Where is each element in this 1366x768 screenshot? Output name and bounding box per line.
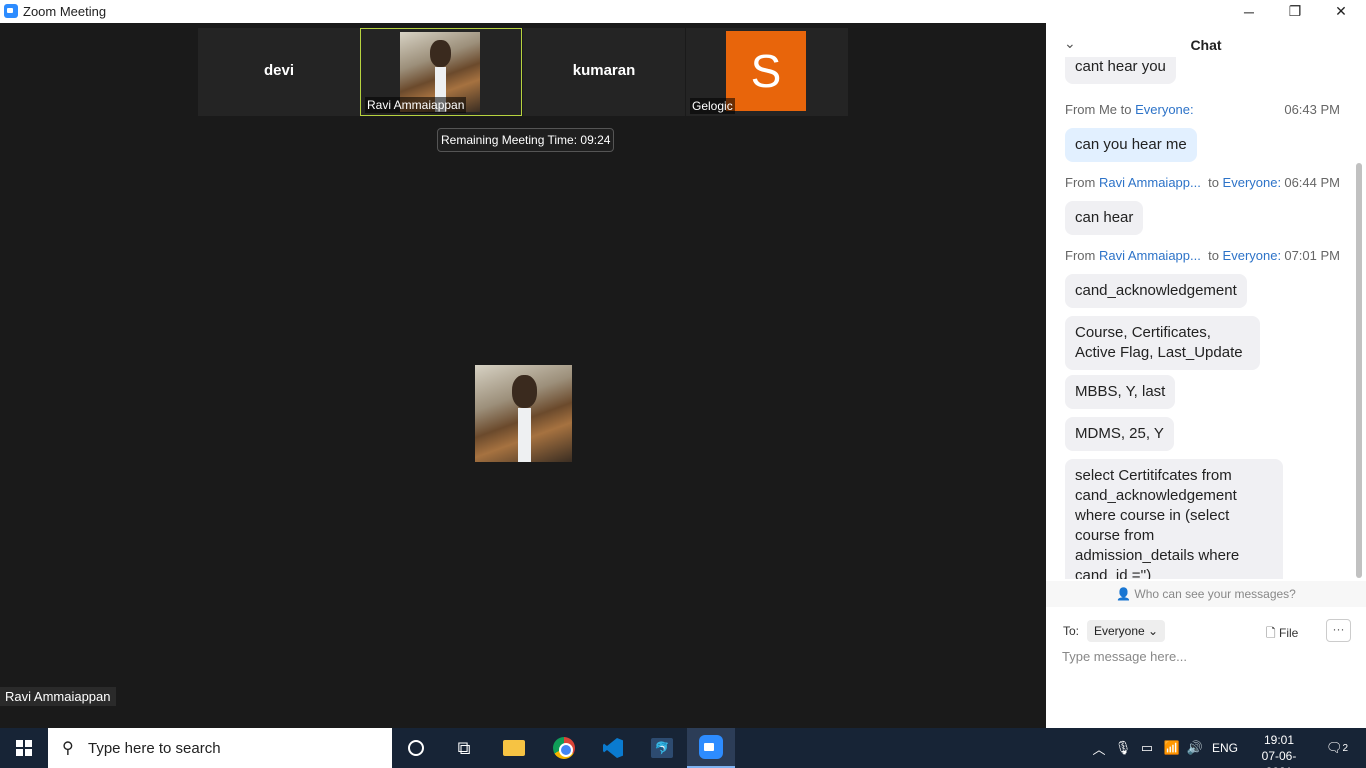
vscode-button[interactable] bbox=[589, 728, 637, 768]
restore-button[interactable]: ❐ bbox=[1272, 0, 1318, 23]
task-view-button[interactable]: ⧉ bbox=[440, 728, 488, 768]
file-label: File bbox=[1278, 626, 1299, 640]
participant-tile-devi[interactable]: devi bbox=[198, 28, 360, 116]
folder-icon bbox=[503, 740, 525, 756]
start-button[interactable] bbox=[0, 728, 48, 768]
language-indicator[interactable]: ENG bbox=[1210, 728, 1240, 768]
volume-icon[interactable]: 🔊 bbox=[1185, 728, 1205, 768]
cortana-button[interactable] bbox=[392, 728, 440, 768]
zoom-taskbar-button[interactable] bbox=[687, 728, 735, 768]
chat-title: Chat bbox=[1190, 37, 1222, 53]
recipient-row: To: Everyone ⌄ 🗋 File ··· bbox=[1046, 617, 1366, 643]
participant-name: Gelogic bbox=[690, 98, 735, 114]
people-icon: 👤 bbox=[1116, 587, 1135, 601]
avatar: S bbox=[726, 31, 806, 111]
message-from: From bbox=[1065, 248, 1096, 263]
taskbar: ⚲ Type here to search ⧉ 🐬 ︿ 🎙 ▭ 📶 🔊 ENG … bbox=[0, 728, 1366, 768]
search-placeholder: Type here to search bbox=[88, 740, 221, 757]
recipient-link[interactable]: Everyone: bbox=[1223, 248, 1282, 263]
clock-date: 07-06-2021 bbox=[1261, 749, 1297, 768]
notification-icon: 🗨 bbox=[1325, 740, 1343, 755]
windows-logo-icon bbox=[16, 740, 32, 756]
message-to: to bbox=[1208, 248, 1219, 263]
chevron-up-icon[interactable]: ︿ bbox=[1090, 728, 1108, 768]
minimize-button[interactable]: ─ bbox=[1226, 0, 1272, 23]
message-to: to bbox=[1208, 175, 1219, 190]
chat-message: MDMS, 25, Y bbox=[1065, 417, 1174, 451]
mysql-workbench-button[interactable]: 🐬 bbox=[638, 728, 686, 768]
chat-panel: ⌄ Chat cant hear you From Me to Everyone… bbox=[1046, 23, 1366, 728]
taskbar-search[interactable]: ⚲ Type here to search bbox=[48, 728, 392, 768]
message-meta: From Ravi Ammaiapp... to Everyone: 06:44… bbox=[1065, 175, 1340, 190]
participant-name: devi bbox=[263, 62, 294, 79]
chat-message: can hear bbox=[1065, 201, 1144, 235]
recipient-value: Everyone bbox=[1094, 624, 1145, 638]
battery-icon[interactable]: ▭ bbox=[1137, 728, 1157, 768]
message-from: From Me to bbox=[1065, 102, 1132, 117]
who-can-see-messages[interactable]: 👤 Who can see your messages? bbox=[1046, 581, 1366, 607]
participant-tile-gelogic[interactable]: S Gelogic bbox=[686, 28, 848, 116]
scroll-thumb[interactable] bbox=[1356, 163, 1362, 578]
zoom-logo-icon bbox=[4, 4, 18, 18]
participant-tile-kumaran[interactable]: kumaran bbox=[523, 28, 685, 116]
active-speaker-name: Ravi Ammaiappan bbox=[0, 687, 116, 706]
recipient-link[interactable]: Everyone: bbox=[1135, 102, 1194, 117]
zoom-icon bbox=[699, 735, 723, 759]
message-time: 06:44 PM bbox=[1284, 175, 1340, 190]
more-options-button[interactable]: ··· bbox=[1326, 619, 1351, 642]
network-icon[interactable]: 📶 bbox=[1162, 728, 1182, 768]
clock-time: 19:01 bbox=[1263, 733, 1295, 747]
vscode-icon bbox=[603, 738, 623, 758]
notifications-button[interactable]: 🗨 2 bbox=[1320, 728, 1354, 768]
clock[interactable]: 19:01 07-06-2021 bbox=[1250, 732, 1308, 768]
message-time: 06:43 PM bbox=[1284, 102, 1340, 117]
window-title: Zoom Meeting bbox=[23, 4, 107, 19]
file-button[interactable]: 🗋 File bbox=[1264, 621, 1300, 648]
message-time: 07:01 PM bbox=[1284, 248, 1340, 263]
message-meta: From Ravi Ammaiapp... to Everyone: 07:01… bbox=[1065, 248, 1340, 263]
search-icon: ⚲ bbox=[62, 740, 74, 757]
chrome-icon bbox=[553, 737, 575, 759]
participant-tile-ravi[interactable]: Ravi Ammaiappan bbox=[360, 28, 522, 116]
chat-message: cant hear you bbox=[1065, 57, 1176, 84]
cortana-icon bbox=[408, 740, 424, 756]
recipient-dropdown[interactable]: Everyone ⌄ bbox=[1087, 620, 1166, 642]
sender-link[interactable]: Ravi Ammaiapp... bbox=[1099, 175, 1201, 190]
to-label: To: bbox=[1063, 624, 1080, 638]
recipient-link[interactable]: Everyone: bbox=[1223, 175, 1282, 190]
participant-name: kumaran bbox=[572, 62, 636, 79]
sender-link[interactable]: Ravi Ammaiapp... bbox=[1099, 248, 1201, 263]
chat-message: select Certitifcates from cand_acknowled… bbox=[1065, 459, 1283, 579]
file-icon: 🗋 bbox=[1266, 626, 1279, 640]
chat-message: can you hear me bbox=[1065, 128, 1197, 162]
participant-name: Ravi Ammaiappan bbox=[365, 97, 467, 113]
chrome-button[interactable] bbox=[540, 728, 588, 768]
who-can-see-label: Who can see your messages? bbox=[1134, 587, 1296, 601]
chat-message: Course, Certificates, Active Flag, Last_… bbox=[1065, 316, 1260, 370]
chat-message: cand_acknowledgement bbox=[1065, 274, 1247, 308]
message-from: From bbox=[1065, 175, 1096, 190]
participant-strip: devi Ravi Ammaiappan 🎤̸ kumaran S Gelogi… bbox=[198, 28, 848, 116]
chat-message: MBBS, Y, last bbox=[1065, 375, 1176, 409]
message-input[interactable] bbox=[1062, 649, 1352, 664]
close-button[interactable]: ✕ bbox=[1318, 0, 1364, 23]
message-meta: From Me to Everyone: 06:43 PM bbox=[1065, 102, 1340, 117]
video-area: devi Ravi Ammaiappan 🎤̸ kumaran S Gelogi… bbox=[0, 23, 1046, 728]
chevron-down-icon: ⌄ bbox=[1148, 624, 1159, 638]
title-bar: Zoom Meeting ─ ❐ ✕ bbox=[0, 0, 1366, 23]
active-speaker-video bbox=[475, 365, 572, 462]
chat-scrollbar[interactable] bbox=[1354, 63, 1364, 578]
remaining-time-tooltip: Remaining Meeting Time: 09:24 bbox=[437, 128, 615, 152]
chat-messages: cant hear you From Me to Everyone: 06:43… bbox=[1046, 57, 1366, 579]
task-view-icon: ⧉ bbox=[457, 737, 471, 758]
mysql-workbench-icon: 🐬 bbox=[651, 738, 673, 758]
file-explorer-button[interactable] bbox=[490, 728, 538, 768]
notification-count: 2 bbox=[1342, 742, 1349, 754]
microphone-icon[interactable]: 🎙 bbox=[1113, 728, 1133, 768]
